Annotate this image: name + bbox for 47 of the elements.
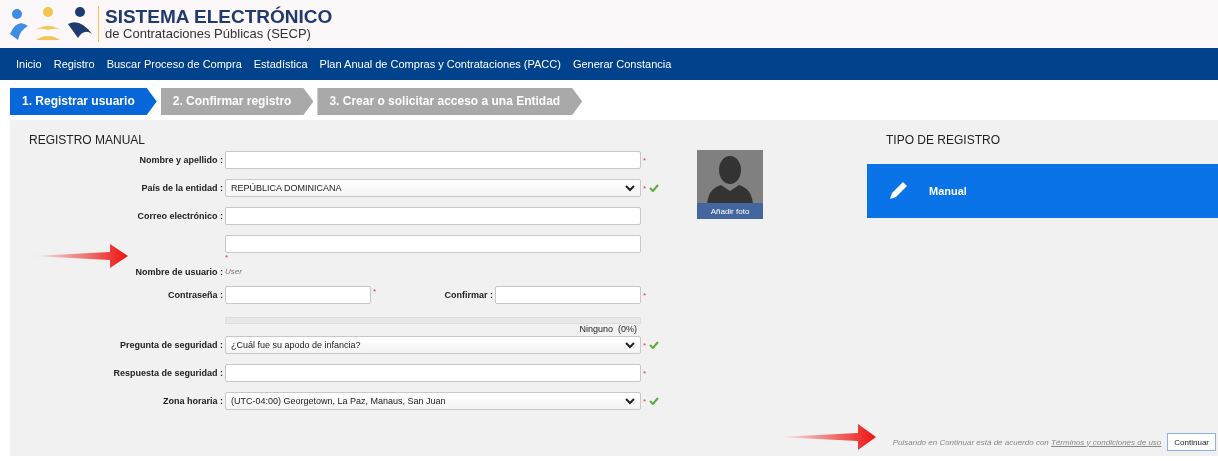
- pencil-icon: [887, 180, 909, 202]
- field-label: Respuesta de seguridad :: [113, 368, 223, 378]
- select-field[interactable]: (UTC-04:00) Georgetown, La Paz, Manaus, San Juan: [225, 392, 641, 410]
- username-value: User: [225, 266, 243, 278]
- input-field[interactable]: [225, 207, 641, 225]
- field-label: Nombre de usuario :: [135, 267, 223, 277]
- required-mark: *: [372, 286, 378, 298]
- field-label: Nombre y apellido :: [139, 155, 223, 165]
- step-tab[interactable]: 1. Registrar usuario: [10, 88, 157, 115]
- select-field[interactable]: ¿Cuál fue su apodo de infancia?: [225, 336, 641, 354]
- nav-link[interactable]: Registro: [47, 58, 101, 70]
- field-label: Zona horaria :: [163, 396, 223, 406]
- add-photo-button[interactable]: Añadir foto: [697, 203, 763, 219]
- input-field[interactable]: [225, 364, 641, 382]
- required-mark: *: [643, 155, 647, 165]
- site-subtitle: de Contrataciones Públicas (SECP): [105, 27, 312, 41]
- input-field[interactable]: [225, 151, 641, 169]
- nav-link[interactable]: Generar Constancia: [566, 58, 678, 70]
- field-label: Contraseña :: [168, 290, 223, 300]
- registration-option[interactable]: Manual: [867, 164, 1218, 218]
- required-mark: *: [643, 368, 647, 378]
- section-title: REGISTRO MANUAL: [28, 132, 146, 149]
- required-mark: *: [643, 290, 647, 300]
- nav-link[interactable]: Estadística: [247, 58, 314, 70]
- field-label: Pregunta de seguridad :: [119, 340, 223, 350]
- password-field[interactable]: [225, 286, 371, 304]
- required-mark: *: [643, 183, 647, 193]
- confirm-password-field[interactable]: [495, 286, 641, 304]
- chevron-down-icon: [625, 341, 635, 349]
- field-label: Confirmar :: [443, 289, 494, 302]
- strength-reading: Ninguno (0%): [579, 324, 637, 334]
- select-field[interactable]: REPÚBLICA DOMINICANA: [225, 179, 641, 197]
- nav-link[interactable]: Inicio: [10, 58, 48, 70]
- nav-link[interactable]: Buscar Proceso de Compra: [100, 58, 248, 70]
- chevron-down-icon: [625, 184, 635, 192]
- required-mark: *: [225, 253, 230, 262]
- site-title: SISTEMA ELECTRÓNICO: [105, 7, 333, 27]
- field-label: Correo electrónico :: [137, 211, 223, 221]
- chevron-down-icon: [625, 397, 635, 405]
- continue-button[interactable]: Continuar: [1167, 433, 1216, 451]
- nav-link[interactable]: Plan Anual de Compras y Contrataciones (PACC): [313, 58, 567, 70]
- required-mark: *: [643, 396, 647, 406]
- field-label: País de la entidad :: [141, 183, 223, 193]
- required-mark: *: [643, 340, 647, 350]
- section-title: TIPO DE REGISTRO: [885, 132, 1001, 149]
- terms-notice: Pulsando en Continuar está de acuerdo con Términos y condiciones de uso: [892, 437, 1162, 447]
- input-field[interactable]: [225, 235, 641, 253]
